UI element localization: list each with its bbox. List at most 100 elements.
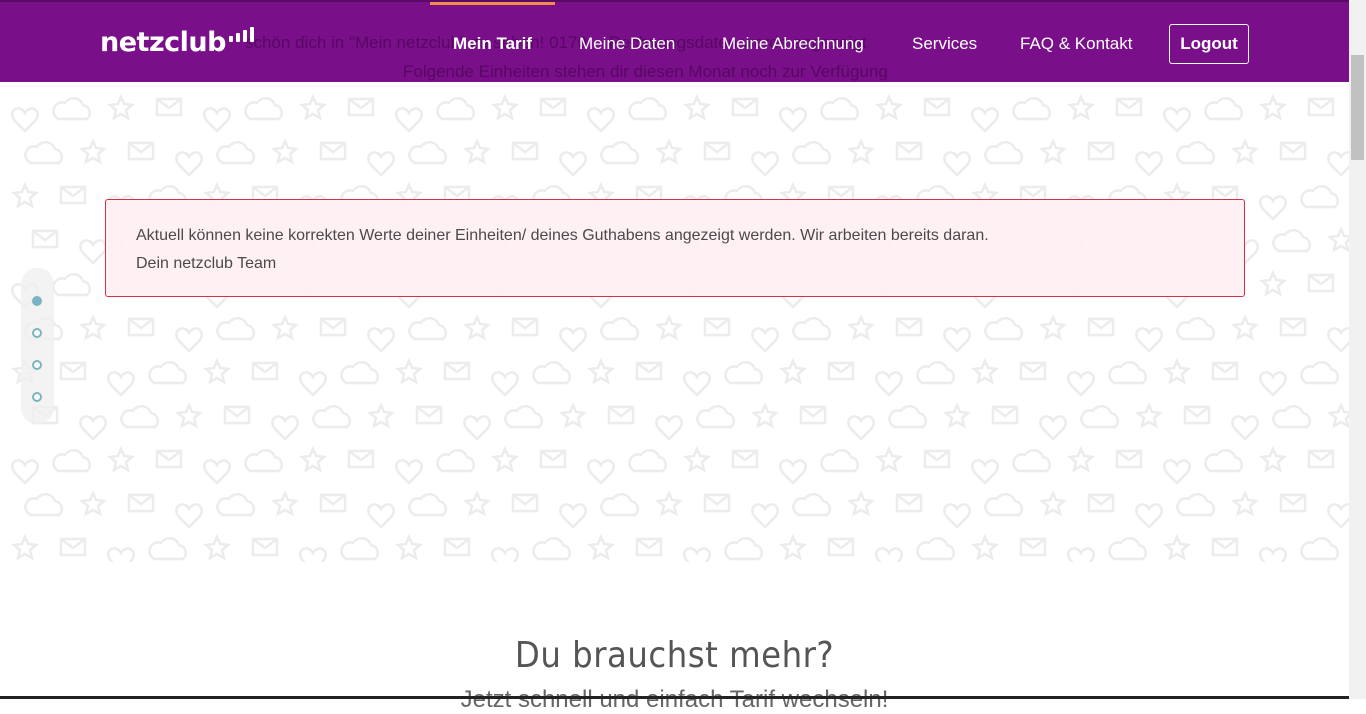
pattern-doodle xyxy=(1279,317,1307,337)
pattern-doodle xyxy=(1087,493,1115,513)
pattern-doodle xyxy=(600,140,640,165)
pattern-doodle xyxy=(1230,489,1260,517)
pattern-doodle xyxy=(408,140,448,165)
pattern-doodle xyxy=(539,97,567,117)
pattern-doodle xyxy=(216,316,256,341)
pattern-doodle xyxy=(532,360,572,385)
pattern-doodle xyxy=(270,137,300,165)
pattern-doodle xyxy=(875,547,903,562)
pattern-doodle xyxy=(779,107,807,133)
pattern-doodle xyxy=(202,357,232,385)
vertical-scrollbar[interactable] xyxy=(1349,0,1366,699)
pattern-doodle xyxy=(251,361,279,381)
pattern-doodle xyxy=(251,537,279,557)
pattern-doodle xyxy=(724,536,764,561)
pattern-doodle xyxy=(490,93,520,121)
pattern-doodle xyxy=(654,313,684,341)
pattern-doodle xyxy=(394,533,424,561)
pattern-doodle xyxy=(395,107,423,133)
pattern-doodle xyxy=(682,445,712,473)
pattern-doodle xyxy=(462,313,492,341)
pattern-doodle xyxy=(1204,96,1244,121)
pattern-doodle xyxy=(1307,449,1335,469)
pattern-doodle xyxy=(491,547,519,562)
logout-button[interactable]: Logout xyxy=(1169,24,1249,64)
pattern-doodle xyxy=(1327,327,1349,353)
section-dot-3[interactable] xyxy=(32,360,42,370)
pattern-doodle xyxy=(1258,93,1288,121)
pattern-doodle xyxy=(216,140,256,165)
pattern-doodle xyxy=(1135,151,1163,177)
pattern-doodle xyxy=(107,547,135,562)
pattern-doodle xyxy=(395,459,423,485)
pattern-doodle xyxy=(394,357,424,385)
nav-mein-tarif[interactable]: Mein Tarif xyxy=(453,24,532,64)
pattern-doodle xyxy=(559,151,587,177)
netzclub-logo[interactable]: netzclub xyxy=(100,24,254,64)
pattern-doodle xyxy=(1115,97,1143,117)
pattern-doodle xyxy=(628,96,668,121)
nav-faq-kontakt[interactable]: FAQ & Kontakt xyxy=(1020,24,1132,64)
pattern-doodle xyxy=(820,96,860,121)
pattern-doodle xyxy=(731,97,759,117)
pattern-doodle xyxy=(847,415,875,441)
pattern-doodle xyxy=(462,137,492,165)
pattern-doodle xyxy=(1134,401,1164,429)
pattern-doodle xyxy=(175,151,203,177)
pattern-doodle xyxy=(271,415,299,441)
pattern-doodle xyxy=(127,493,155,513)
pattern-doodle xyxy=(52,272,92,297)
pattern-doodle xyxy=(1259,195,1287,221)
pattern-doodle xyxy=(1326,225,1349,253)
pattern-doodle xyxy=(408,492,448,517)
units-info-text: Folgende Einheiten stehen dir diesen Mon… xyxy=(403,62,888,81)
pattern-doodle xyxy=(970,357,1000,385)
nav-meine-daten[interactable]: Meine Daten xyxy=(579,24,675,64)
section-dot-2[interactable] xyxy=(32,328,42,338)
pattern-doodle xyxy=(1258,445,1288,473)
pattern-doodle xyxy=(751,327,779,353)
pattern-doodle xyxy=(1279,141,1307,161)
pattern-doodle xyxy=(970,533,1000,561)
pattern-doodle xyxy=(319,493,347,513)
pattern-doodle xyxy=(1272,228,1312,253)
pattern-doodle xyxy=(462,489,492,517)
pattern-doodle xyxy=(635,361,663,381)
section-dot-1[interactable] xyxy=(32,296,42,306)
pattern-doodle xyxy=(559,503,587,529)
pattern-doodle xyxy=(463,415,491,441)
scrollbar-thumb[interactable] xyxy=(1351,55,1364,160)
background-pattern xyxy=(0,82,1349,562)
pattern-doodle xyxy=(682,93,712,121)
pattern-doodle xyxy=(943,327,971,353)
active-tab-indicator xyxy=(430,2,555,5)
pattern-doodle xyxy=(174,401,204,429)
section-dot-4[interactable] xyxy=(32,392,42,402)
pattern-doodle xyxy=(635,537,663,557)
pattern-doodle xyxy=(923,97,951,117)
pattern-doodle xyxy=(751,151,779,177)
pattern-doodle xyxy=(127,141,155,161)
logo-text: netzclub xyxy=(100,27,226,58)
pattern-doodle xyxy=(367,151,395,177)
pattern-doodle xyxy=(511,141,539,161)
pattern-doodle xyxy=(1176,140,1216,165)
pattern-doodle xyxy=(875,371,903,397)
pattern-doodle xyxy=(984,316,1024,341)
pattern-doodle xyxy=(1326,401,1349,429)
pattern-doodle xyxy=(436,448,476,473)
pattern-doodle xyxy=(971,107,999,133)
alert-message: Aktuell können keine korrekten Werte dei… xyxy=(136,227,989,244)
pattern-doodle xyxy=(298,445,328,473)
pattern-doodle xyxy=(59,185,87,205)
pattern-doodle xyxy=(1300,536,1340,561)
pattern-doodle xyxy=(1307,273,1335,293)
pattern-doodle xyxy=(59,361,87,381)
pattern-doodle xyxy=(1135,327,1163,353)
nav-services[interactable]: Services xyxy=(912,24,977,64)
pattern-doodle xyxy=(1087,317,1115,337)
nav-meine-abrechnung[interactable]: Meine Abrechnung xyxy=(722,24,864,64)
pattern-doodle xyxy=(319,317,347,337)
section-dot-nav xyxy=(21,268,54,424)
pattern-doodle xyxy=(1307,97,1335,117)
